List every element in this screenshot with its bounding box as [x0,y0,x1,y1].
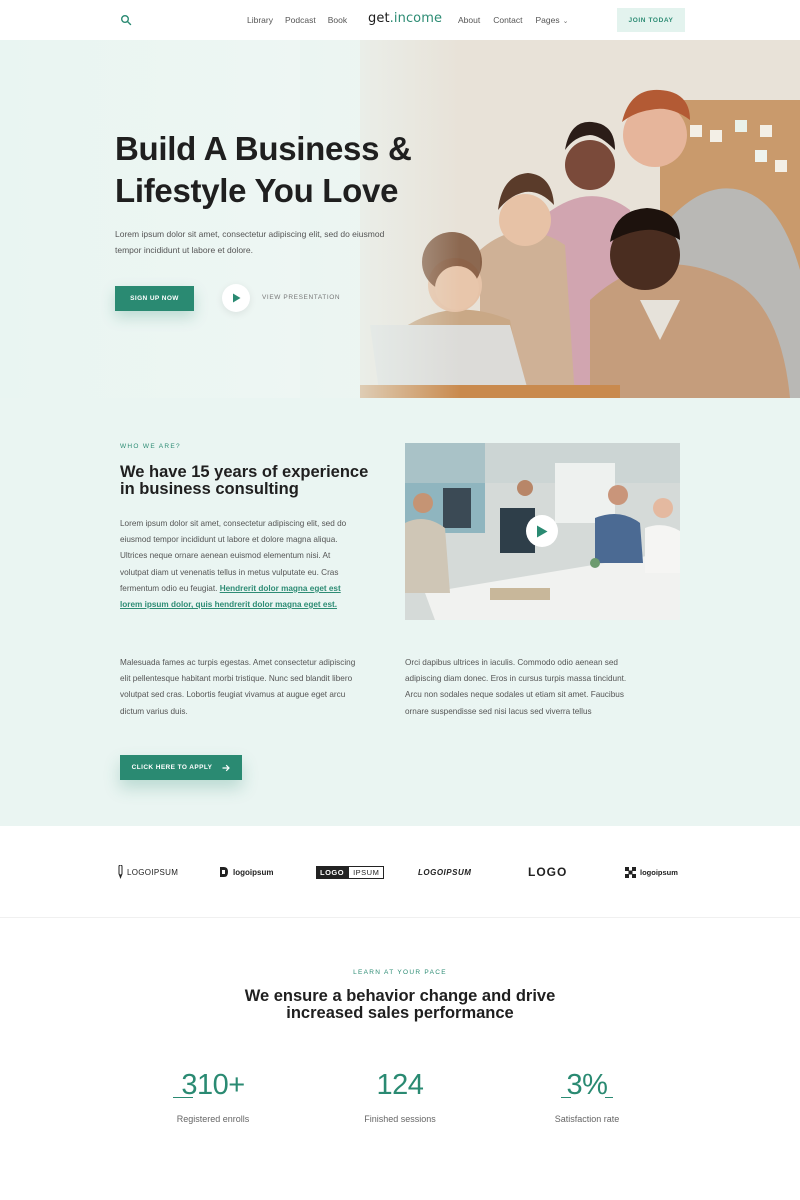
chevron-down-icon: ⌄ [562,18,569,25]
view-presentation-link[interactable]: VIEW PRESENTATION [262,294,340,301]
logo-accent: .income [389,11,443,26]
nav-item-book[interactable]: Book [328,15,347,25]
hero-gradient-overlay [300,40,460,398]
partner-logo-5-text: LOGO [528,865,568,879]
hero-title: Build A Business & Lifestyle You Love [115,128,412,212]
nav-item-contact[interactable]: Contact [493,15,522,25]
partner-logo-1: LOGOIPSUM [118,864,178,880]
nav-item-about[interactable]: About [458,15,480,25]
nav-primary-right: About Contact Pages ⌄ [458,0,569,40]
about-paragraph-1: Lorem ipsum dolor sit amet, consectetur … [120,516,360,613]
partner-logo-2-text: logoipsum [233,867,274,877]
about-paragraph-3: Orci dapibus ultrices in iaculis. Commod… [405,658,627,716]
stat-value: 124 [377,1068,424,1102]
stat-value: 310+ [173,1068,245,1102]
partner-logo-1-text: LOGOIPSUM [127,867,179,877]
partner-logo-5: LOGO [528,864,567,880]
partner-logo-4-text: LOGOIPSUM [418,867,472,877]
stat-value-text: 3% [566,1069,608,1101]
site-logo[interactable]: get.income [368,11,442,26]
join-today-button[interactable]: JOIN TODAY [617,8,685,32]
pen-logo-icon [118,865,123,879]
nav-item-library[interactable]: Library [247,15,273,25]
nav-item-pages[interactable]: Pages ⌄ [536,15,569,25]
partner-logo-2: logoipsum [219,864,273,880]
partner-logo-6: logoipsum [625,864,678,880]
hero-section: Build A Business & Lifestyle You Love Lo… [0,40,800,398]
stat-label: Satisfaction rate [554,1114,620,1124]
video-play-button[interactable] [526,515,558,547]
about-title: We have 15 years of experience in busine… [120,463,369,498]
search-icon[interactable] [120,14,132,26]
stat-finished-sessions: 124 Finished sessions [310,1068,490,1124]
presentation-play-button[interactable] [222,284,250,312]
stat-value: 3% [560,1068,614,1102]
hero-subtitle: Lorem ipsum dolor sit amet, consectetur … [115,229,385,255]
partner-logo-3-text-b: IPSUM [348,865,385,879]
about-paragraph-1-text: Lorem ipsum dolor sit amet, consectetur … [120,519,347,593]
play-icon [232,293,240,303]
stat-satisfaction-rate: 3% Satisfaction rate [497,1068,677,1124]
logo-text: get [368,11,390,26]
stat-underline [605,1096,614,1098]
partner-logo-4: LOGOIPSUM [418,864,471,880]
stats-title: We ensure a behavior change and drive in… [0,988,800,1022]
partner-logo-6-text: logoipsum [640,867,678,877]
site-header: Library Podcast Book get.income About Co… [0,0,800,40]
partner-logo-3: LOGO IPSUM [316,864,385,880]
dots-logo-icon [625,866,636,878]
stats-title-line2: increased sales performance [286,1004,514,1022]
about-video[interactable] [405,443,680,620]
stat-label: Registered enrolls [176,1114,250,1124]
play-icon [537,525,548,537]
sign-up-button[interactable]: SIGN UP NOW [115,286,194,311]
apply-button[interactable]: CLICK HERE TO APPLY [120,755,242,780]
stats-section: LEARN AT YOUR PACE We ensure a behavior … [0,918,800,1200]
stat-registered-enrolls: 310+ Registered enrolls [123,1068,303,1124]
hero-title-line1: Build A Business & [115,130,412,167]
nav-item-podcast[interactable]: Podcast [285,15,316,25]
partner-logo-3-text-a: LOGO [316,865,349,879]
nav-primary-left: Library Podcast Book [247,0,347,40]
partner-logos: LOGOIPSUM logoipsum LOGO IPSUM LOGOIPSUM… [0,826,800,918]
about-eyebrow: WHO WE ARE? [120,443,181,450]
stat-underline [173,1096,194,1098]
stat-underline [560,1096,571,1098]
hero-title-line2: Lifestyle You Love [115,172,399,209]
d-logo-icon [220,867,228,877]
about-paragraph-2: Malesuada fames ac turpis egestas. Amet … [120,658,356,716]
nav-item-pages-label: Pages [535,15,560,25]
stats-eyebrow: LEARN AT YOUR PACE [353,969,447,976]
about-section: WHO WE ARE? We have 15 years of experien… [0,398,800,826]
apply-button-label: CLICK HERE TO APPLY [131,764,213,771]
arrow-right-icon [222,764,231,771]
stat-value-text: 124 [376,1069,424,1101]
stat-label: Finished sessions [364,1114,436,1124]
stats-title-line1: We ensure a behavior change and drive [244,987,556,1005]
